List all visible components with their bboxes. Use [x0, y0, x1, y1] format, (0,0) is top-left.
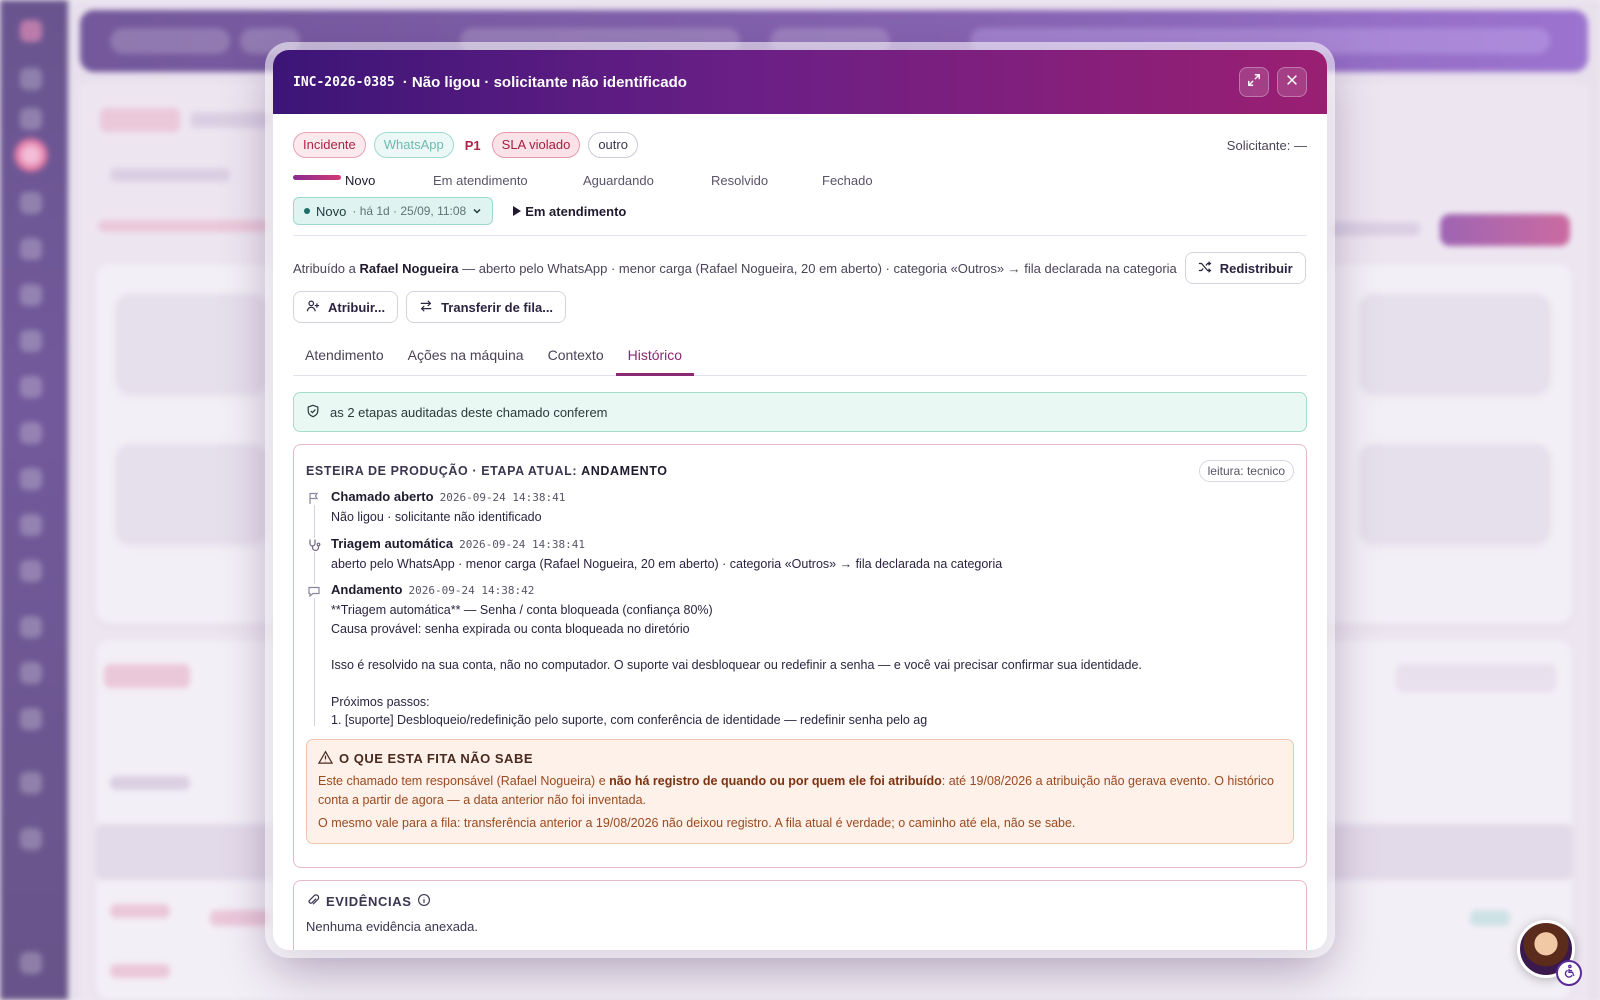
- pipeline-current-stage: Andamento: [581, 464, 668, 478]
- close-button[interactable]: [1277, 67, 1307, 97]
- expand-icon: [1247, 73, 1261, 92]
- assign-label: Atribuir...: [328, 299, 386, 315]
- swap-icon: [419, 299, 433, 316]
- paperclip-icon: [306, 893, 320, 910]
- modal-header: INC-2026-0385 · Não ligou · solicitante …: [273, 50, 1327, 114]
- type-badge: Incidente: [293, 132, 366, 158]
- assignment-prefix: Atribuído a: [293, 260, 356, 276]
- assignment-info: Atribuído a Rafael Nogueira — aberto pel…: [293, 261, 1177, 276]
- shield-check-icon: [306, 404, 320, 421]
- evidence-title: EVIDÊNCIAS: [326, 894, 412, 909]
- modal-body: Incidente WhatsApp P1 SLA violado outro …: [273, 114, 1327, 950]
- user-plus-icon: [306, 299, 320, 316]
- knowledge-gap-warning: O QUE ESTA FITA NÃO SABE Este chamado te…: [306, 738, 1294, 844]
- warning-paragraph-2: O mesmo vale para a fila: transferência …: [318, 815, 1076, 830]
- event-line: Próximos passos:: [331, 694, 430, 709]
- transfer-queue-button[interactable]: Transferir de fila...: [406, 291, 567, 323]
- timeline-line: [314, 495, 315, 726]
- assignee-name: Rafael Nogueira: [359, 260, 459, 276]
- event-timestamp: 2026-09-24 14:38:42: [408, 584, 535, 597]
- warning-paragraph-1: Este chamado tem responsável (Rafael Nog…: [318, 772, 1283, 810]
- stepper-progress: [293, 175, 341, 180]
- event-timestamp: 2026-09-24 14:38:41: [459, 537, 585, 551]
- tab-bar: Atendimento Ações na máquina Contexto Hi…: [293, 341, 1307, 376]
- event-description: aberto pelo WhatsApp · menor carga (Rafa…: [331, 556, 1003, 571]
- sla-badge: SLA violado: [491, 132, 581, 158]
- priority-badge: P1: [464, 137, 481, 153]
- info-icon[interactable]: [417, 893, 431, 910]
- status-label: Novo: [316, 203, 347, 219]
- close-icon: [1285, 73, 1299, 92]
- shuffle-icon: [1198, 260, 1212, 277]
- transfer-queue-label: Transferir de fila...: [441, 299, 554, 315]
- play-icon: [513, 206, 522, 216]
- event-line: Causa provável: senha expirada ou conta …: [331, 621, 690, 636]
- step-fechado: Fechado: [822, 173, 873, 188]
- tab-acoes-maquina[interactable]: Ações na máquina: [396, 341, 536, 376]
- status-stepper: Novo Em atendimento Aguardando Resolvido…: [293, 170, 1307, 196]
- event-line: 1. [suporte] Desbloqueio/redefinição pel…: [331, 713, 928, 727]
- divider: [293, 235, 1307, 236]
- timeline-event: Chamado aberto 2026-09-24 14:38:41 Não li…: [307, 489, 1294, 527]
- advance-status-label: Em atendimento: [525, 203, 627, 219]
- step-em-atendimento: Em atendimento: [433, 173, 528, 188]
- assign-button[interactable]: Atribuir...: [293, 291, 399, 323]
- warning-text: Este chamado tem responsável (Rafael Nog…: [318, 773, 610, 788]
- event-timeline: Chamado aberto 2026-09-24 14:38:41 Não li…: [306, 489, 1294, 730]
- event-title: Andamento: [331, 582, 403, 597]
- reading-mode-badge: leitura: tecnico: [1198, 460, 1294, 482]
- tag-row: Incidente WhatsApp P1 SLA violado outro …: [293, 132, 1307, 158]
- incident-title: · Não ligou · solicitante não identifica…: [402, 73, 687, 91]
- pipeline-title: Esteira de produção · etapa atual: Andam…: [306, 464, 668, 478]
- warning-emphasis: não há registro de quando ou por quem el…: [609, 773, 942, 788]
- stethoscope-icon: [307, 537, 321, 552]
- tab-historico[interactable]: Histórico: [615, 341, 695, 376]
- chevron-down-icon: [472, 204, 482, 219]
- status-select[interactable]: Novo · há 1d · 25/09, 11:08: [293, 197, 494, 225]
- flag-icon: [307, 491, 321, 505]
- warning-icon: [317, 749, 334, 768]
- audit-status-text: as 2 etapas auditadas deste chamado conf…: [330, 404, 608, 420]
- event-line: **Triagem automática** — Senha / conta b…: [331, 603, 713, 617]
- comment-icon: [307, 584, 321, 598]
- step-novo: Novo: [345, 173, 376, 188]
- event-description: Não ligou · solicitante não identificado: [331, 510, 542, 524]
- audit-status-banner: as 2 etapas auditadas deste chamado conf…: [293, 392, 1307, 432]
- category-badge: outro: [588, 132, 638, 158]
- timeline-event: Triagem automática 2026-09-24 14:38:41 ab…: [307, 535, 1294, 574]
- tab-contexto[interactable]: Contexto: [536, 341, 616, 376]
- requester-label: Solicitante: —: [1226, 137, 1307, 153]
- status-dot-icon: [304, 208, 310, 214]
- event-title: Chamado aberto: [331, 489, 434, 504]
- accessibility-icon: [1562, 964, 1576, 983]
- warning-title: O QUE ESTA FITA NÃO SABE: [339, 751, 534, 766]
- event-timestamp: 2026-09-24 14:38:41: [439, 491, 566, 504]
- incident-modal: INC-2026-0385 · Não ligou · solicitante …: [273, 50, 1327, 950]
- tab-atendimento[interactable]: Atendimento: [293, 341, 396, 376]
- redistribute-button[interactable]: Redistribuir: [1184, 252, 1306, 284]
- incident-code: INC-2026-0385: [293, 74, 395, 90]
- evidence-section: EVIDÊNCIAS Nenhuma evidência anexada.: [293, 880, 1307, 950]
- production-pipeline: Esteira de produção · etapa atual: Andam…: [293, 444, 1307, 868]
- evidence-empty-state: Nenhuma evidência anexada.: [306, 919, 479, 934]
- redistribute-label: Redistribuir: [1219, 260, 1293, 276]
- advance-status-button[interactable]: Em atendimento: [513, 204, 626, 219]
- expand-button[interactable]: [1239, 67, 1269, 97]
- event-line: Isso é resolvido na sua conta, não no co…: [331, 658, 1142, 672]
- event-title: Triagem automática: [331, 535, 454, 551]
- timeline-event: Andamento 2026-09-24 14:38:42 **Triagem a…: [307, 582, 1294, 730]
- step-aguardando: Aguardando: [583, 173, 654, 188]
- channel-badge: WhatsApp: [373, 132, 454, 158]
- event-description: **Triagem automática** — Senha / conta b…: [331, 601, 1294, 730]
- pipeline-title-prefix: Esteira de produção · etapa atual:: [306, 464, 582, 478]
- step-resolvido: Resolvido: [711, 173, 769, 188]
- status-detail: · há 1d · 25/09, 11:08: [352, 204, 467, 218]
- accessibility-button[interactable]: [1556, 960, 1582, 986]
- assignment-detail: — aberto pelo WhatsApp · menor carga (Ra…: [462, 260, 1177, 276]
